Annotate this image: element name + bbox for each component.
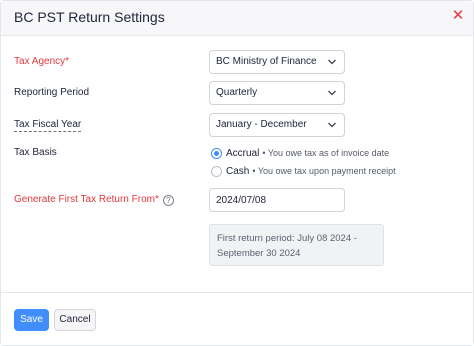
chevron-down-icon <box>328 59 336 65</box>
info-line-2: September 30 2024 <box>217 248 301 259</box>
first-return-period-info: First return period: July 08 2024 - Sept… <box>209 224 384 266</box>
first-return-label-text: Generate First Tax Return From* <box>14 194 159 205</box>
chevron-down-icon <box>328 90 336 96</box>
dialog-title: BC PST Return Settings <box>14 9 165 25</box>
tax-basis-label: Tax Basis <box>14 147 57 158</box>
first-return-label: Generate First Tax Return From*? <box>14 194 174 206</box>
accrual-description: • You owe tax as of invoice date <box>262 148 390 158</box>
first-return-date-input[interactable] <box>209 188 345 212</box>
chevron-down-icon <box>328 122 336 128</box>
tax-fiscal-year-select[interactable]: January - December <box>209 113 345 137</box>
tax-fiscal-year-label-text: Tax Fiscal Year <box>14 119 82 132</box>
dialog-footer: Save Cancel <box>1 292 473 345</box>
reporting-period-select[interactable]: Quarterly <box>209 81 345 105</box>
settings-dialog: BC PST Return Settings ✕ Tax Agency* BC … <box>0 0 474 346</box>
tax-fiscal-year-label: Tax Fiscal Year <box>14 119 82 132</box>
reporting-period-value: Quarterly <box>216 87 258 98</box>
info-line-1: First return period: July 08 2024 - <box>217 233 357 244</box>
tax-agency-select[interactable]: BC Ministry of Finance <box>209 50 345 74</box>
tax-basis-accrual-option[interactable]: Accrual • You owe tax as of invoice date <box>211 146 389 160</box>
help-icon[interactable]: ? <box>162 195 174 206</box>
accrual-label: Accrual <box>226 147 260 159</box>
radio-selected-icon[interactable] <box>211 147 222 159</box>
radio-unselected-icon[interactable] <box>211 165 222 177</box>
save-button[interactable]: Save <box>14 309 49 331</box>
tax-basis-cash-option[interactable]: Cash • You owe tax upon payment receipt <box>211 164 396 178</box>
cancel-button[interactable]: Cancel <box>54 309 96 331</box>
dialog-header: BC PST Return Settings ✕ <box>1 1 473 36</box>
close-icon[interactable]: ✕ <box>450 7 466 25</box>
tax-agency-label: Tax Agency* <box>14 56 70 67</box>
reporting-period-label: Reporting Period <box>14 87 90 98</box>
tax-fiscal-year-value: January - December <box>216 119 307 130</box>
tax-agency-value: BC Ministry of Finance <box>216 56 317 67</box>
cash-description: • You owe tax upon payment receipt <box>252 166 396 176</box>
cash-label: Cash <box>226 165 250 177</box>
